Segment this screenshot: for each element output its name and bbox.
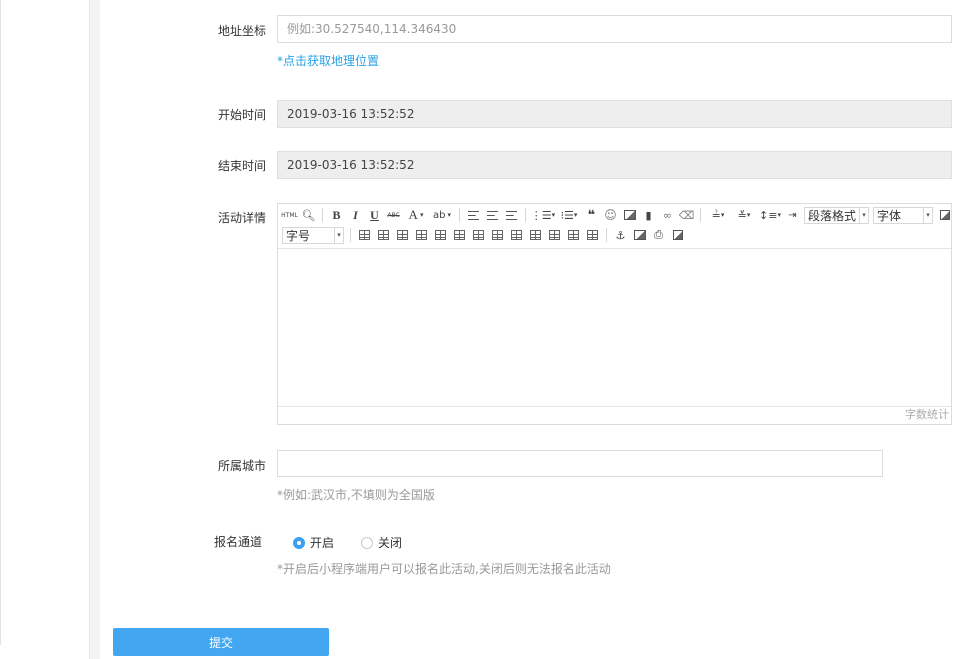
split-rows-icon[interactable] <box>564 226 583 244</box>
emoji-icon[interactable]: ☺ <box>601 206 620 224</box>
toolbar-divider <box>459 208 460 222</box>
toolbar-divider <box>322 208 323 222</box>
merge-right-icon[interactable] <box>507 226 526 244</box>
split-cols-icon[interactable] <box>583 226 602 244</box>
quote-label: ❝ <box>587 207 596 223</box>
blockquote-button[interactable]: ❝ <box>582 206 601 224</box>
more-icon[interactable] <box>935 206 954 224</box>
signup-close-radio[interactable]: 关闭 <box>361 534 402 551</box>
content-gutter <box>89 0 100 659</box>
coords-input[interactable] <box>277 15 952 43</box>
font-size-label: 字号 <box>286 228 311 243</box>
indent-icon[interactable]: ⇥ <box>783 206 802 224</box>
signup-hint: *开启后小程序端用户可以报名此活动,关闭后则无法报名此活动 <box>277 562 611 576</box>
toolbar-divider <box>700 208 701 222</box>
signup-label: 报名通道 <box>213 535 262 549</box>
detail-label: 活动详情 <box>217 211 266 225</box>
bold-button[interactable]: B <box>327 206 346 224</box>
signup-radio-group: 开启 关闭 <box>293 534 429 551</box>
start-time-field: 2019-03-16 13:52:52 <box>277 100 952 128</box>
eraser-icon[interactable]: ⌫ <box>677 206 696 224</box>
toolbar-row-2: 字号 ▾ ⚓︎ ⎙ <box>280 225 687 245</box>
delete-row-icon[interactable] <box>431 226 450 244</box>
merge-down-icon[interactable] <box>526 226 545 244</box>
radio-unchecked-icon <box>361 536 374 549</box>
print-icon[interactable]: ⎙ <box>649 226 668 244</box>
image-float-icon[interactable] <box>630 226 649 244</box>
italic-button[interactable]: I <box>346 206 365 224</box>
signup-close-label: 关闭 <box>378 536 403 550</box>
left-divider <box>0 0 1 645</box>
insert-row-icon[interactable] <box>412 226 431 244</box>
editor-toolbar: HTML 🔍︎ B I U ABC A ▾ ab ▾ ⋮☰ ▾ ⁝☰ ▾ ❝ ☺ ▮ ∞… <box>278 204 951 249</box>
image-icon[interactable] <box>620 206 639 224</box>
coords-label: 地址坐标 <box>217 24 266 38</box>
row-spacing-top-icon[interactable]: ≟ ▾ <box>705 206 731 224</box>
font-family-select[interactable]: 字体 ▾ <box>873 206 934 224</box>
insert-paragraph-before-table-icon[interactable] <box>393 226 412 244</box>
align-center-icon[interactable] <box>483 206 502 224</box>
strike-label: ABC <box>387 211 400 219</box>
signup-open-label: 开启 <box>310 536 335 550</box>
strikethrough-button[interactable]: ABC <box>384 206 403 224</box>
video-icon[interactable]: ▮ <box>639 206 658 224</box>
underline-label: U <box>370 207 379 222</box>
font-color-button[interactable]: A ▾ <box>403 206 429 224</box>
insert-table-icon[interactable] <box>355 226 374 244</box>
underline-button[interactable]: U <box>365 206 384 224</box>
html-label: HTML <box>281 211 298 219</box>
end-time-field: 2019-03-16 13:52:52 <box>277 151 952 179</box>
city-input[interactable] <box>277 450 883 477</box>
city-hint: *例如:武汉市,不填则为全国版 <box>277 488 435 502</box>
highlight-color-icon[interactable]: ab ▾ <box>429 206 455 224</box>
insert-col-icon[interactable] <box>450 226 469 244</box>
paragraph-format-select[interactable]: 段落格式 ▾ <box>804 206 870 224</box>
get-location-link[interactable]: *点击获取地理位置 <box>277 52 379 69</box>
link-icon[interactable]: ∞ <box>658 206 677 224</box>
anchor-icon[interactable]: ⚓︎ <box>611 226 630 244</box>
preview-icon[interactable]: 🔍︎ <box>299 206 318 224</box>
end-time-label: 结束时间 <box>217 159 266 173</box>
merge-cells-icon[interactable] <box>488 226 507 244</box>
toolbar-row-1: HTML 🔍︎ B I U ABC A ▾ ab ▾ ⋮☰ ▾ ⁝☰ ▾ ❝ ☺ ▮ ∞… <box>280 205 954 225</box>
paragraph-format-label: 段落格式 <box>808 208 857 223</box>
preview-page-icon[interactable] <box>668 226 687 244</box>
unordered-list-icon[interactable]: ⁝☰ ▾ <box>556 206 582 224</box>
ordered-list-icon[interactable]: ⋮☰ ▾ <box>530 206 556 224</box>
html-source-button[interactable]: HTML <box>280 206 299 224</box>
line-height-icon[interactable]: ↕≡ ▾ <box>757 206 783 224</box>
row-spacing-bottom-icon[interactable]: ≚ ▾ <box>731 206 757 224</box>
word-count: 字数统计 <box>278 406 951 424</box>
align-left-icon[interactable] <box>464 206 483 224</box>
toolbar-divider <box>525 208 526 222</box>
editor-content-area[interactable] <box>278 248 951 407</box>
font-color-label: A <box>408 207 418 222</box>
toolbar-divider <box>606 228 607 242</box>
city-label: 所属城市 <box>217 459 266 473</box>
signup-open-radio[interactable]: 开启 <box>293 534 334 551</box>
align-right-icon[interactable] <box>502 206 521 224</box>
italic-label: I <box>353 207 358 222</box>
font-size-select[interactable]: 字号 ▾ <box>282 226 344 244</box>
font-family-label: 字体 <box>877 208 902 223</box>
rich-text-editor: HTML 🔍︎ B I U ABC A ▾ ab ▾ ⋮☰ ▾ ⁝☰ ▾ ❝ ☺ ▮ ∞… <box>277 203 952 425</box>
submit-button[interactable]: 提交 <box>113 628 329 656</box>
radio-checked-icon <box>293 536 305 549</box>
toolbar-divider <box>350 228 351 242</box>
start-time-label: 开始时间 <box>217 108 266 122</box>
delete-table-icon[interactable] <box>374 226 393 244</box>
split-cells-icon[interactable] <box>545 226 564 244</box>
delete-col-icon[interactable] <box>469 226 488 244</box>
bold-label: B <box>332 207 341 222</box>
